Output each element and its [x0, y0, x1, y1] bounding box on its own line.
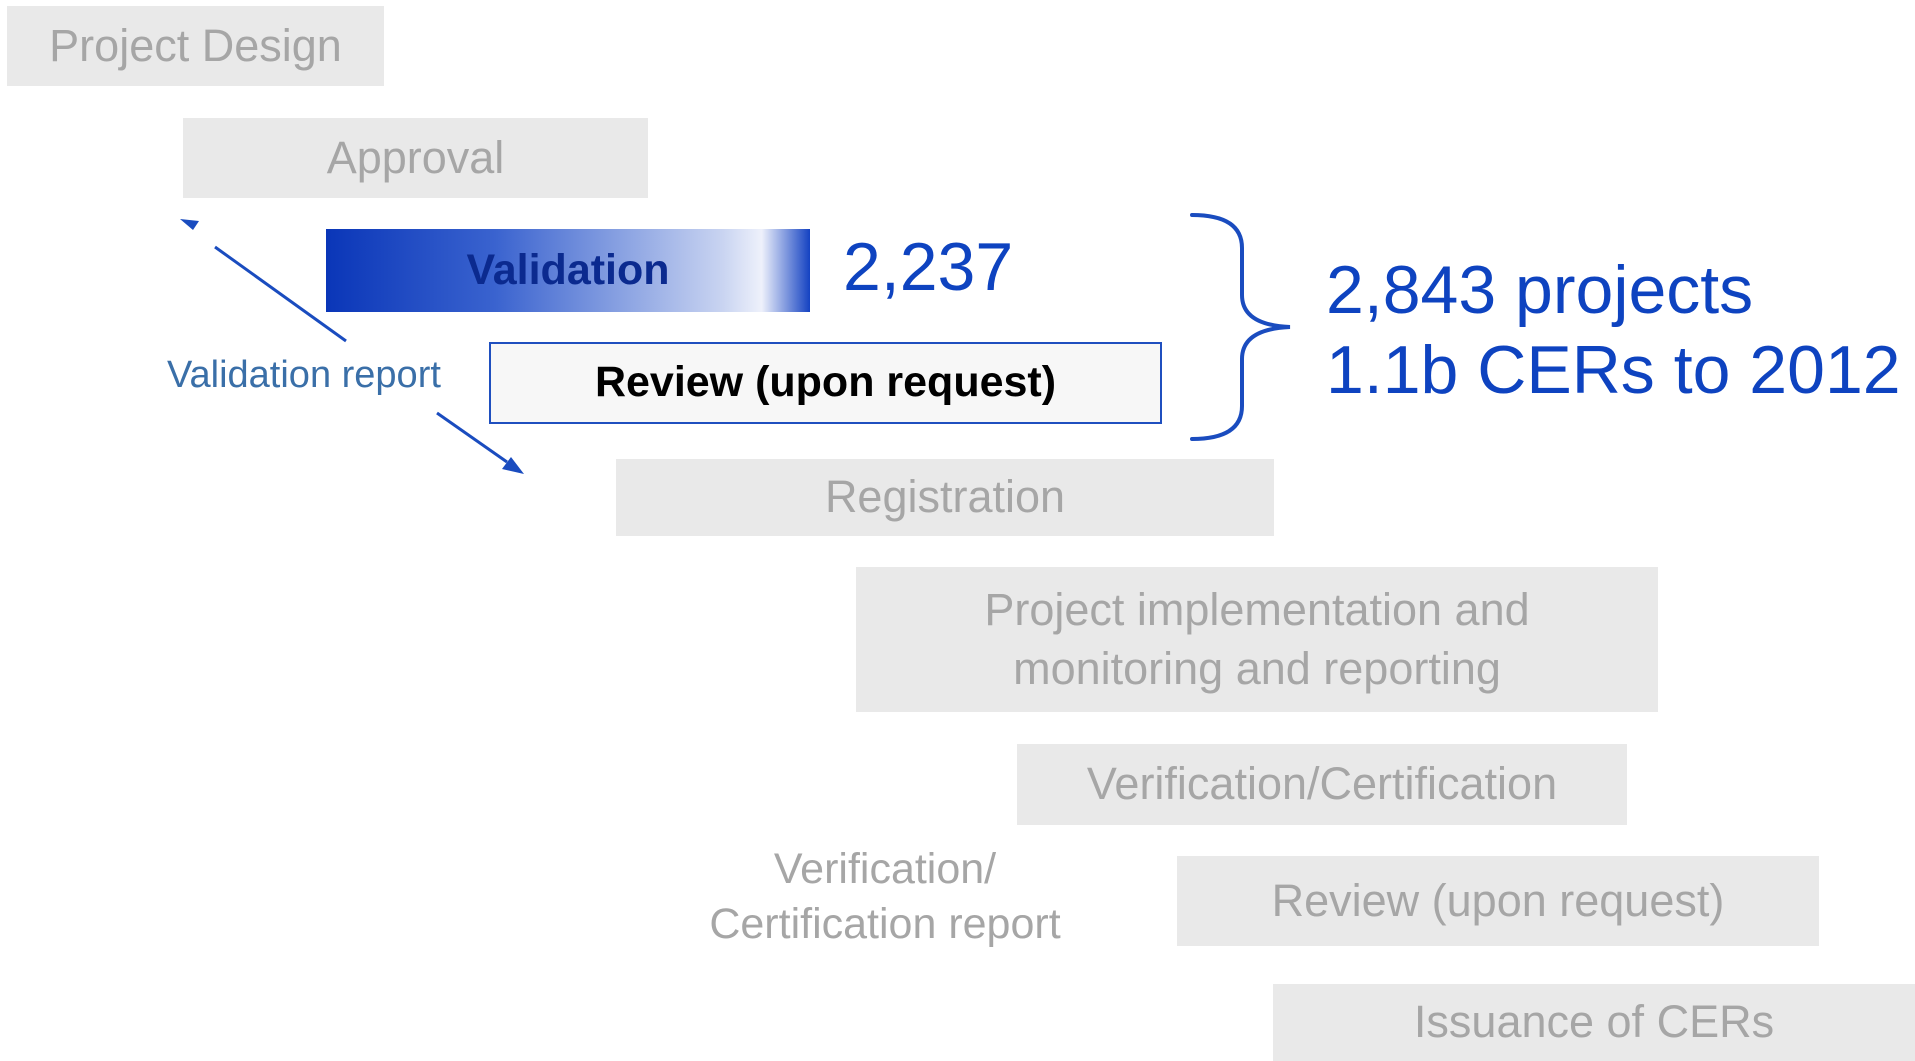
validation-label: Validation — [466, 245, 670, 294]
approval-step: Approval — [183, 118, 648, 198]
project-design-step: Project Design — [7, 6, 384, 86]
verification-report-label: Verification/ Certification report — [680, 842, 1090, 951]
summary-text: 2,843 projects 1.1b CERs to 2012 — [1326, 250, 1901, 410]
review-second-step: Review (upon request) — [1177, 856, 1819, 946]
registration-label: Registration — [824, 471, 1066, 523]
registration-step: Registration — [616, 459, 1274, 536]
review-second-label: Review (upon request) — [1271, 874, 1725, 926]
implementation-line-1: Project implementation and — [984, 584, 1530, 635]
verification-step: Verification/Certification — [1017, 744, 1627, 825]
implementation-line-2: monitoring and reporting — [1013, 642, 1501, 694]
review-step: Review (upon request) — [489, 342, 1162, 424]
summary-projects: 2,843 projects — [1326, 252, 1754, 328]
validation-step: Validation — [326, 229, 810, 312]
verification-report-line-2: Certification report — [709, 899, 1061, 948]
validation-report-arrow-up — [180, 219, 347, 343]
review-label: Review (upon request) — [594, 358, 1057, 407]
verification-label: Verification/Certification — [1086, 758, 1558, 810]
verification-report-line-1: Verification/ — [773, 845, 997, 893]
issuance-label: Issuance of CERs — [1413, 996, 1775, 1048]
implementation-label: Project implementation and monitoring an… — [984, 581, 1529, 698]
approval-label: Approval — [326, 131, 505, 183]
issuance-step: Issuance of CERs — [1273, 984, 1915, 1061]
project-design-label: Project Design — [49, 19, 342, 71]
summary-cers: 1.1b CERs to 2012 — [1326, 332, 1901, 409]
curly-brace — [1190, 213, 1291, 441]
implementation-step: Project implementation and monitoring an… — [856, 567, 1658, 712]
validation-count: 2,237 — [843, 229, 1014, 305]
validation-report-label: Validation report — [167, 354, 441, 396]
